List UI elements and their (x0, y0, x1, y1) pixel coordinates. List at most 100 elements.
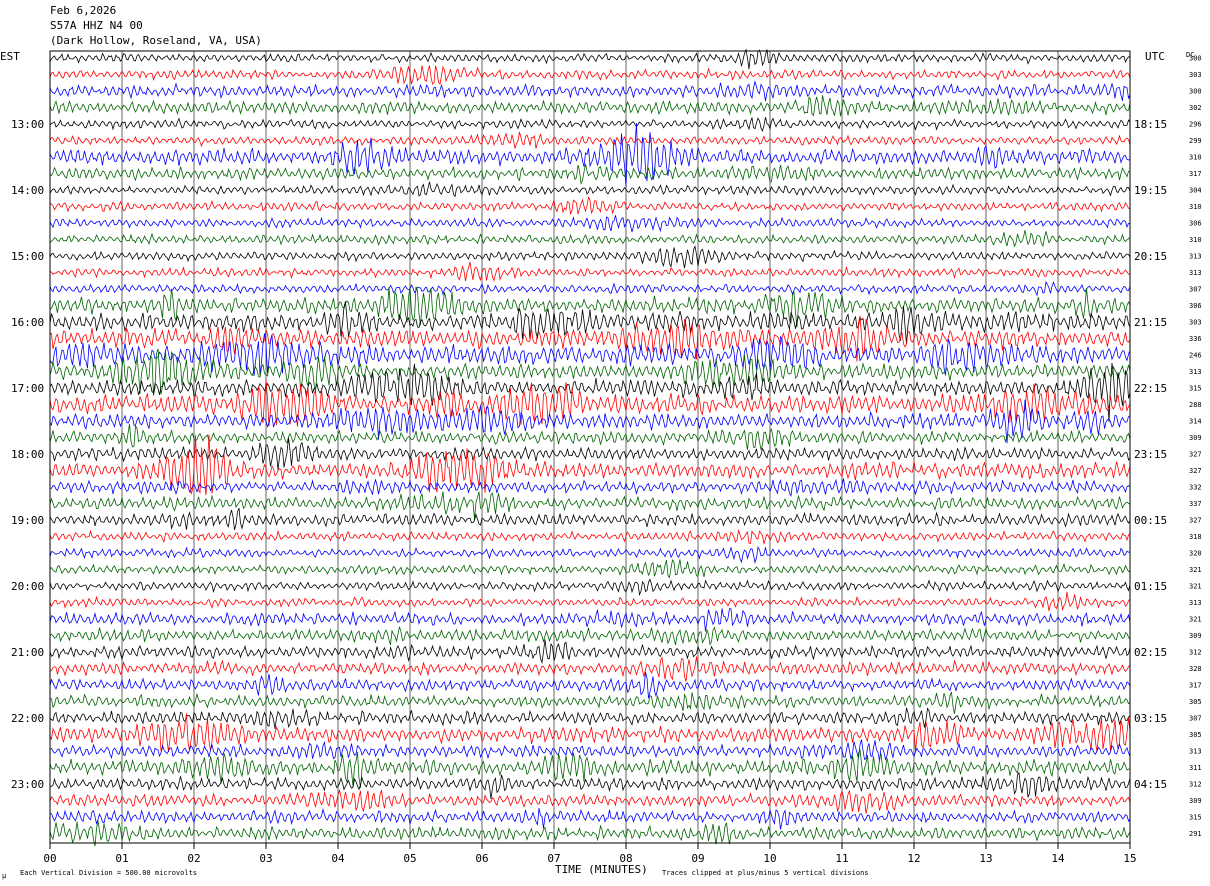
trace-line (49, 117, 1131, 132)
trace-line (49, 95, 1131, 117)
dc-offset-label: 310 (1189, 154, 1202, 162)
trace-line (49, 626, 1131, 646)
est-hour-label: 22:00 (11, 712, 44, 725)
trace-line (49, 245, 1131, 269)
trace-line (49, 748, 1131, 788)
trace-line (49, 315, 1131, 362)
trace-line (49, 123, 1131, 188)
dc-offset-label: 327 (1189, 451, 1202, 459)
trace-line (49, 545, 1131, 564)
trace-line (49, 261, 1130, 282)
x-tick-label: 06 (475, 852, 488, 865)
trace-line (49, 181, 1131, 198)
corner-mark: μ (2, 872, 7, 880)
trace-line (49, 423, 1131, 451)
dc-offset-label: 314 (1189, 418, 1202, 426)
x-tick-label: 05 (403, 852, 416, 865)
utc-axis-label: UTC (1145, 50, 1165, 63)
trace-line (49, 656, 1131, 682)
trace-line (49, 639, 1131, 664)
seismic-traces (49, 48, 1131, 847)
utc-hour-label: 20:15 (1134, 250, 1167, 263)
dc-offset-label: 302 (1189, 104, 1202, 112)
dc-offset-label: 305 (1189, 731, 1202, 739)
est-hour-label: 19:00 (11, 514, 44, 527)
trace-line (49, 788, 1131, 814)
dc-offset-label: 313 (1189, 599, 1202, 607)
trace-line (49, 707, 1131, 729)
dc-offset-label: 300 (1189, 55, 1202, 63)
est-hour-label: 17:00 (11, 382, 44, 395)
trace-line (49, 820, 1131, 847)
dc-offset-label: 305 (1189, 698, 1202, 706)
dc-offset-label: 328 (1189, 665, 1202, 673)
utc-hour-label: 03:15 (1134, 712, 1167, 725)
x-tick-label: 01 (115, 852, 128, 865)
x-tick-label: 07 (547, 852, 560, 865)
footer-right-note: Traces clipped at plus/minus 5 vertical … (662, 869, 869, 877)
dc-offset-label: 318 (1189, 533, 1202, 541)
dc-offset-label: 306 (1189, 302, 1202, 310)
dc-offset-label: 313 (1189, 748, 1202, 756)
dc-offset-label: 306 (1189, 220, 1202, 228)
trace-line (49, 80, 1131, 102)
dc-offset-label: 303 (1189, 71, 1202, 79)
dc-offset-label: 312 (1189, 781, 1202, 789)
x-tick-label: 15 (1123, 852, 1136, 865)
trace-line (49, 508, 1131, 531)
dc-offset-label: 304 (1189, 187, 1202, 195)
dc-offset-label: 315 (1189, 814, 1202, 822)
trace-line (49, 529, 1131, 545)
dc-offset-label: 327 (1189, 517, 1202, 525)
dc-offset-label: 337 (1189, 500, 1202, 508)
dc-offset-label: 288 (1189, 401, 1202, 409)
dc-offset-label: 321 (1189, 583, 1202, 591)
trace-line (49, 164, 1130, 185)
dc-offset-label: 291 (1189, 830, 1202, 838)
x-tick-label: 03 (259, 852, 272, 865)
x-axis-label: TIME (MINUTES) (555, 863, 648, 876)
trace-line (49, 65, 1131, 86)
dc-offset-label: 312 (1189, 649, 1202, 657)
utc-hour-label: 22:15 (1134, 382, 1167, 395)
dc-offset-label: 313 (1189, 253, 1202, 261)
trace-line (50, 771, 1131, 799)
dc-offset-label: 317 (1189, 682, 1202, 690)
utc-hour-label: 02:15 (1134, 646, 1167, 659)
x-tick-label: 14 (1051, 852, 1065, 865)
x-tick-label: 09 (691, 852, 704, 865)
est-hour-label: 23:00 (11, 778, 44, 791)
x-tick-label: 12 (907, 852, 920, 865)
dc-offset-label: 315 (1189, 385, 1202, 393)
trace-line (49, 131, 1131, 149)
dc-offset-label: 309 (1189, 797, 1202, 805)
dc-offset-label: 336 (1189, 335, 1202, 343)
dc-offset-label: 311 (1189, 764, 1202, 772)
trace-line (49, 280, 1131, 297)
trace-line (49, 592, 1131, 612)
est-hour-label: 16:00 (11, 316, 44, 329)
dc-offset-label: 321 (1189, 616, 1202, 624)
trace-line (49, 691, 1131, 714)
dc-offset-label: 296 (1189, 121, 1202, 129)
dc-offset-label: 307 (1189, 286, 1202, 294)
dc-offset-label: 313 (1189, 368, 1202, 376)
trace-line (49, 671, 1131, 699)
est-hour-label: 18:00 (11, 448, 44, 461)
footer-left-note: Each Vertical Division = 500.00 microvol… (20, 869, 197, 877)
dc-offset-label: 313 (1189, 269, 1202, 277)
trace-line (49, 608, 1131, 632)
trace-line (49, 48, 1131, 70)
trace-line (49, 196, 1131, 216)
trace-line (49, 558, 1131, 579)
x-tick-label: 13 (979, 852, 992, 865)
dc-offset-label: 320 (1189, 550, 1202, 558)
x-tick-label: 00 (43, 852, 56, 865)
utc-hour-label: 01:15 (1134, 580, 1167, 593)
est-axis-label: EST (0, 50, 20, 63)
dc-offset-label: 309 (1189, 434, 1202, 442)
dc-offset-label: 246 (1189, 352, 1202, 360)
utc-hour-label: 23:15 (1134, 448, 1167, 461)
trace-line (49, 437, 1131, 470)
dc-offset-label: 332 (1189, 484, 1202, 492)
